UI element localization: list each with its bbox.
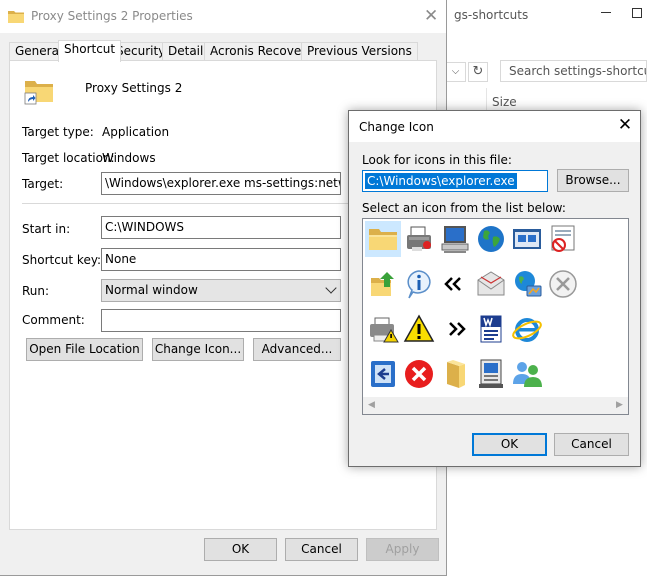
chevron-down-icon[interactable]: ⌵ — [446, 62, 466, 82]
shortcut-name: Proxy Settings 2 — [85, 81, 183, 95]
shortcut-key-field[interactable]: None — [101, 248, 341, 271]
run-select-value: Normal window — [105, 283, 198, 297]
properties-title: Proxy Settings 2 Properties — [31, 9, 193, 23]
blocked-document-icon[interactable] — [545, 221, 581, 257]
icon-list[interactable]: ◀ ▶ — [362, 218, 629, 415]
folder-up-icon[interactable] — [365, 266, 401, 302]
server-icon[interactable] — [473, 356, 509, 392]
change-icon-cancel-button[interactable]: Cancel — [554, 433, 629, 456]
exit-door-icon[interactable] — [365, 356, 401, 392]
properties-titlebar: Proxy Settings 2 Properties ✕ — [0, 0, 446, 33]
advanced-button[interactable]: Advanced... — [253, 338, 341, 361]
forward-chevrons-icon[interactable] — [437, 311, 473, 347]
target-location-label: Target location: — [22, 151, 115, 165]
word-document-icon[interactable] — [473, 311, 509, 347]
folder-icon — [8, 11, 24, 23]
start-in-label: Start in: — [22, 222, 71, 236]
close-icon[interactable]: ✕ — [617, 117, 633, 134]
target-label: Target: — [22, 177, 64, 191]
horizontal-scrollbar[interactable]: ◀ ▶ — [363, 397, 628, 414]
info-icon[interactable] — [401, 266, 437, 302]
warning-icon[interactable] — [401, 311, 437, 347]
folder-open-icon[interactable] — [437, 356, 473, 392]
tab-previous-versions[interactable]: Previous Versions — [301, 42, 418, 61]
folder-icon[interactable] — [365, 221, 401, 257]
computer-icon[interactable] — [437, 221, 473, 257]
scroll-left-icon[interactable]: ◀ — [363, 397, 380, 414]
fax-printer-icon[interactable] — [401, 221, 437, 257]
refresh-icon[interactable]: ↻ — [468, 62, 488, 82]
globe-icon[interactable] — [473, 221, 509, 257]
ok-button[interactable]: OK — [204, 538, 277, 561]
explorer-title: gs-shortcuts — [454, 8, 529, 22]
icon-file-path-input[interactable]: C:\Windows\explorer.exe — [362, 170, 548, 192]
minimize-icon[interactable] — [600, 4, 614, 18]
users-icon[interactable] — [509, 356, 545, 392]
target-type-value: Application — [102, 125, 170, 139]
printer-warning-icon[interactable] — [365, 311, 401, 347]
mail-icon[interactable] — [473, 266, 509, 302]
change-icon-button[interactable]: Change Icon... — [152, 338, 244, 361]
run-label: Run: — [22, 284, 50, 298]
network-window-icon[interactable] — [509, 221, 545, 257]
chevron-down-icon — [325, 282, 337, 294]
maximize-icon[interactable] — [632, 8, 642, 18]
open-file-location-button[interactable]: Open File Location — [26, 338, 143, 361]
change-icon-titlebar: Change Icon ✕ — [349, 111, 640, 142]
explorer-address-bar: ⌵ ↻ Search settings-shortcuts — [440, 60, 647, 84]
close-icon[interactable]: ✕ — [424, 8, 438, 25]
cancel-button[interactable]: Cancel — [285, 538, 358, 561]
column-header-size[interactable]: Size — [492, 95, 517, 109]
back-chevrons-icon[interactable] — [437, 266, 473, 302]
icon-file-path-text: C:\Windows\explorer.exe — [365, 173, 517, 189]
browse-button[interactable]: Browse... — [557, 169, 629, 192]
target-field[interactable]: \Windows\explorer.exe ms-settings:networ… — [101, 172, 341, 195]
internet-explorer-icon[interactable] — [509, 311, 545, 347]
error-icon[interactable] — [401, 356, 437, 392]
network-globe-icon[interactable] — [509, 266, 545, 302]
change-icon-ok-button[interactable]: OK — [472, 433, 547, 456]
change-icon-dialog: Change Icon ✕ Look for icons in this fil… — [348, 110, 641, 467]
select-icon-label: Select an icon from the list below: — [362, 201, 566, 215]
target-location-value: Windows — [102, 151, 156, 165]
shortcut-key-label: Shortcut key: — [22, 253, 102, 267]
scroll-right-icon[interactable]: ▶ — [611, 397, 628, 414]
cancel-circle-icon[interactable] — [545, 266, 581, 302]
look-for-label: Look for icons in this file: — [362, 153, 512, 167]
start-in-field[interactable]: C:\WINDOWS — [101, 216, 341, 239]
run-select[interactable]: Normal window — [101, 279, 341, 302]
comment-field[interactable] — [101, 309, 341, 332]
target-type-label: Target type: — [22, 125, 94, 139]
shortcut-folder-icon — [24, 81, 53, 105]
comment-label: Comment: — [22, 313, 85, 327]
apply-button[interactable]: Apply — [366, 538, 439, 561]
change-icon-title: Change Icon — [359, 120, 434, 134]
tab-shortcut[interactable]: Shortcut — [58, 40, 122, 62]
search-input[interactable]: Search settings-shortcuts — [500, 60, 647, 82]
